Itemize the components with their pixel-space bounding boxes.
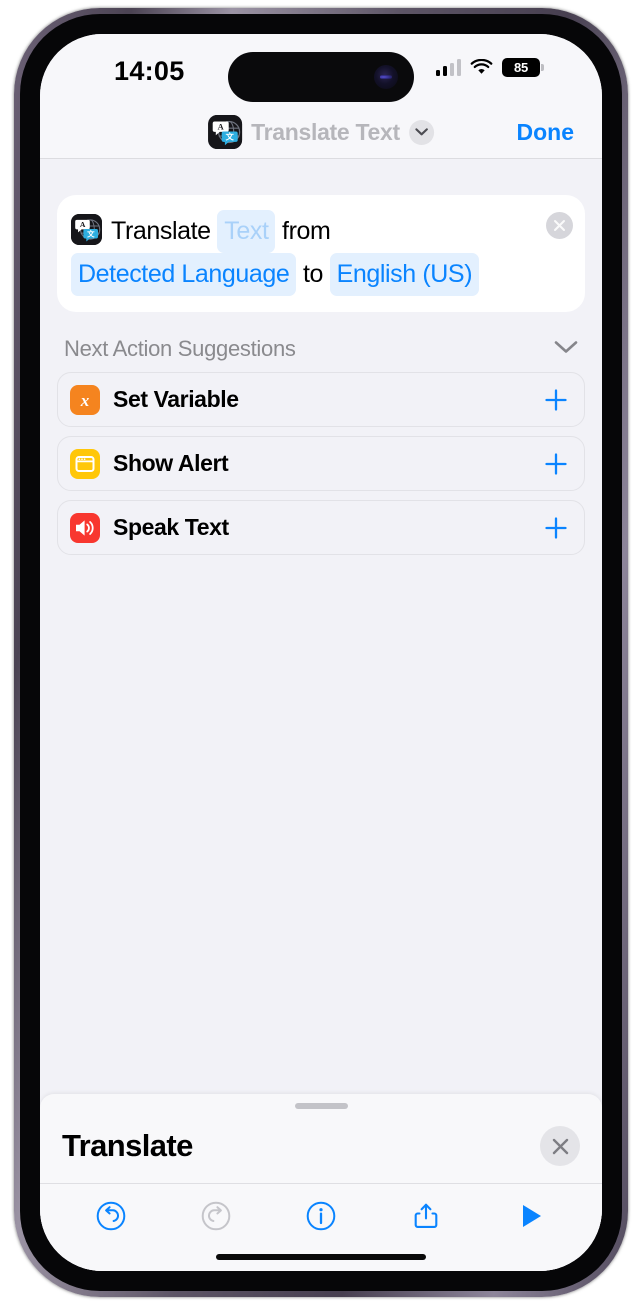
home-indicator [216,1254,426,1260]
sheet-header: Translate [40,1109,602,1184]
source-language-token[interactable]: Detected Language [71,253,297,296]
status-time: 14:05 [114,56,185,86]
input-text-token[interactable]: Text [217,210,276,253]
status-bar: 14:05 85 [40,34,602,106]
suggestion-row-speak-text[interactable]: Speak Text [57,500,585,555]
status-indicators: 85 [435,58,544,77]
redo-button[interactable] [193,1193,239,1239]
page-title: Translate Text [251,118,400,145]
svg-text:文: 文 [226,132,235,142]
svg-text:文: 文 [87,228,95,238]
svg-text:A: A [80,220,86,229]
done-button[interactable]: Done [517,119,575,146]
plus-icon[interactable] [543,451,569,477]
suggestions-header: Next Action Suggestions [64,336,578,362]
suggestion-label: Set Variable [113,386,239,412]
editor-toolbar [40,1184,602,1248]
action-phrase: A 文 Translate Text from Detected Languag… [71,210,571,296]
share-button[interactable] [403,1193,449,1239]
phone-screen: 14:05 85 A 文 Translate Text Done A 文 Tra… [40,34,602,1271]
phone-bezel: 14:05 85 A 文 Translate Text Done A 文 Tra… [20,14,622,1291]
alert-window-icon [70,448,100,479]
wifi-icon [470,59,493,74]
bottom-sheet: Translate [40,1094,602,1271]
suggestion-row-set-variable[interactable]: x Set Variable [57,372,585,427]
plus-icon[interactable] [543,515,569,541]
main-content: A 文 Translate Text from Detected Languag… [40,159,602,1271]
close-circle-icon[interactable] [546,212,573,239]
sheet-title: Translate [62,1128,193,1163]
nav-bar: A 文 Translate Text Done [40,106,602,159]
run-button[interactable] [508,1193,554,1239]
speaker-icon [70,512,100,543]
action-verb: Translate [111,217,211,245]
variable-icon: x [70,384,100,415]
close-icon[interactable] [540,1126,580,1166]
nav-title-group[interactable]: A 文 Translate Text [208,115,434,149]
undo-button[interactable] [88,1193,134,1239]
suggestion-row-show-alert[interactable]: Show Alert [57,436,585,491]
chevron-down-icon[interactable] [554,340,578,359]
translate-app-icon: A 文 [71,214,102,245]
suggestion-label: Speak Text [113,514,229,540]
front-camera-icon [374,65,398,89]
info-button[interactable] [298,1193,344,1239]
action-card-translate-text[interactable]: A 文 Translate Text from Detected Languag… [57,195,585,312]
battery-icon: 85 [502,58,544,77]
translate-app-icon: A 文 [208,115,243,149]
svg-text:A: A [218,122,224,131]
svg-text:x: x [80,391,90,410]
suggestions-title: Next Action Suggestions [64,336,296,361]
dynamic-island [228,52,414,102]
battery-level-text: 85 [513,60,529,75]
connector-to: to [302,260,324,288]
plus-icon[interactable] [543,387,569,413]
target-language-token[interactable]: English (US) [329,253,480,296]
suggestion-label: Show Alert [113,450,229,476]
chevron-down-icon[interactable] [408,119,434,145]
cellular-signal-icon [435,59,461,76]
phone-frame: 14:05 85 A 文 Translate Text Done A 文 Tra… [14,8,628,1297]
connector-from: from [282,217,331,245]
